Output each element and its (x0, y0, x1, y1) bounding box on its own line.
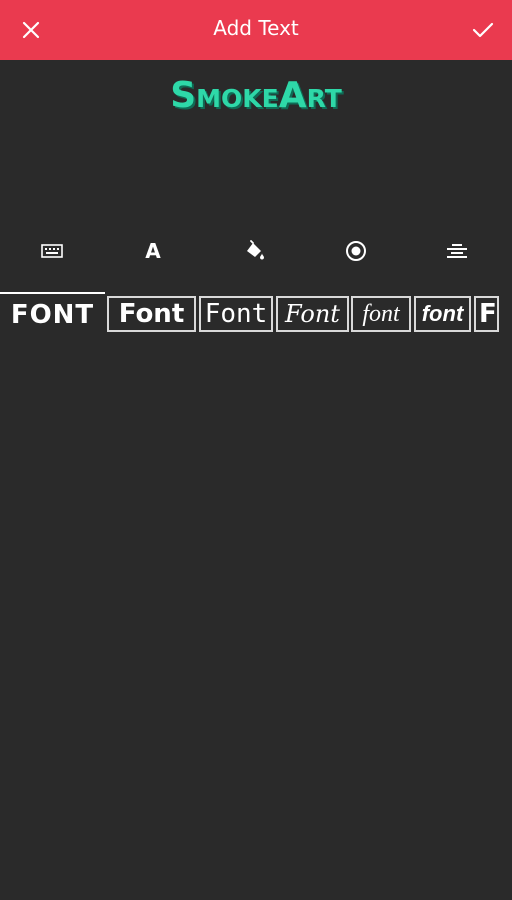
font-option-2[interactable]: Font (107, 296, 196, 332)
font-style-icon: A (145, 239, 161, 263)
paint-bucket-icon (247, 240, 264, 260)
font-picker-strip[interactable]: FONT Font Font Font font font F (0, 292, 512, 336)
font-option-7[interactable]: F (474, 296, 499, 332)
page-title: Add Text (213, 16, 299, 40)
keyboard-icon (41, 244, 63, 258)
font-style-tool-button[interactable]: A (133, 232, 173, 270)
font-option-1[interactable]: FONT (0, 292, 105, 336)
font-option-3[interactable]: Font (199, 296, 273, 332)
font-option-5[interactable]: font (351, 296, 411, 332)
top-app-bar: Add Text (0, 0, 512, 60)
align-tool-button[interactable] (437, 232, 477, 270)
text-tools-toolbar: A (0, 232, 512, 270)
font-option-6[interactable]: font (414, 296, 471, 332)
font-option-4[interactable]: Font (276, 296, 349, 332)
preview-text: SmokeArt (170, 75, 342, 116)
text-preview[interactable]: SmokeArt (0, 75, 512, 116)
align-center-icon (447, 244, 467, 258)
stroke-radio-icon (346, 241, 366, 261)
stroke-tool-button[interactable] (336, 232, 376, 270)
keyboard-tool-button[interactable] (32, 232, 72, 270)
checkmark-icon (472, 22, 494, 38)
color-tool-button[interactable] (235, 232, 275, 270)
done-button[interactable] (468, 15, 498, 45)
